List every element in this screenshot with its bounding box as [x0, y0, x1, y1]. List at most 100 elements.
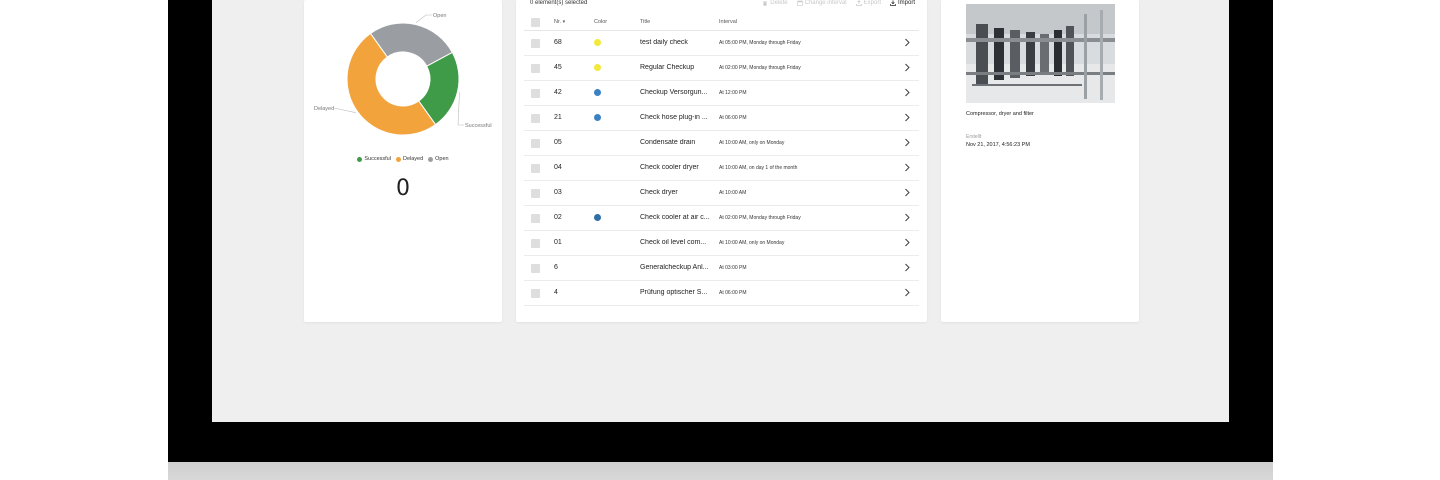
action-label: Export: [863, 0, 881, 6]
table-row[interactable]: 03 Check dryer At 10:00 AM: [524, 181, 919, 206]
row-interval: At 02:00 PM, Monday through Friday: [719, 215, 801, 221]
asset-detail-card: Compressor, dryer and filter Erstellt No…: [941, 0, 1139, 322]
row-color-dot: [594, 114, 601, 121]
row-nr: 03: [554, 189, 562, 196]
row-checkbox[interactable]: [531, 114, 540, 123]
checklist-table-card: 0 element(s) selected Delete Change inter…: [516, 0, 927, 322]
chevron-right-icon[interactable]: [904, 138, 911, 147]
row-color-dot: [594, 89, 601, 96]
row-checkbox[interactable]: [531, 39, 540, 48]
table-body: 68 test daily check At 05:00 PM, Monday th…: [524, 31, 919, 306]
chart-legend: Successful Delayed Open: [304, 156, 502, 162]
row-title: Check dryer: [640, 189, 678, 196]
table-row[interactable]: 02 Check cooler at air c... At 02:00 PM, M…: [524, 206, 919, 231]
row-nr: 68: [554, 39, 562, 46]
column-header-title[interactable]: Title: [640, 19, 650, 25]
chevron-right-icon[interactable]: [904, 263, 911, 272]
row-checkbox[interactable]: [531, 64, 540, 73]
row-title: Check cooler dryer: [640, 164, 699, 171]
row-checkbox[interactable]: [531, 89, 540, 98]
row-checkbox[interactable]: [531, 214, 540, 223]
row-checkbox[interactable]: [531, 289, 540, 298]
chevron-right-icon[interactable]: [904, 113, 911, 122]
row-checkbox[interactable]: [531, 164, 540, 173]
row-interval: At 10:00 AM, only on Monday: [719, 240, 785, 246]
row-title: test daily check: [640, 39, 688, 46]
chevron-right-icon[interactable]: [904, 213, 911, 222]
legend-item-open[interactable]: Open: [428, 156, 449, 162]
column-header-nr[interactable]: Nr. ▾: [554, 19, 565, 25]
row-nr: 4: [554, 289, 558, 296]
row-title: Checkup Versorgun...: [640, 89, 708, 96]
legend-item-delayed[interactable]: Delayed: [395, 156, 423, 162]
row-checkbox[interactable]: [531, 239, 540, 248]
row-title: Check hose plug-in ...: [640, 114, 708, 121]
row-title: Prüfung optischer S...: [640, 289, 708, 296]
row-checkbox[interactable]: [531, 264, 540, 273]
export-button[interactable]: Export: [855, 0, 881, 6]
legend-label: Successful: [364, 156, 391, 162]
created-value: Nov 21, 2017, 4:56:23 PM: [966, 142, 1030, 148]
table-row[interactable]: 45 Regular Checkup At 02:00 PM, Monday thr…: [524, 56, 919, 81]
column-header-color[interactable]: Color: [594, 19, 607, 25]
row-nr: 05: [554, 139, 562, 146]
row-nr: 42: [554, 89, 562, 96]
import-button[interactable]: Import: [890, 0, 915, 6]
toolbar-actions: Delete Change interval Export Import: [762, 0, 915, 6]
monitor-stand-base: [168, 462, 1273, 480]
action-label: Delete: [770, 0, 788, 6]
table-header: Nr. ▾ Color Title Interval: [524, 14, 919, 31]
legend-dot: [428, 156, 434, 162]
action-label: Change interval: [804, 0, 847, 6]
row-interval: At 02:00 PM, Monday through Friday: [719, 65, 801, 71]
table-row[interactable]: 6 Generalcheckup Anl... At 03:00 PM: [524, 256, 919, 281]
chevron-right-icon[interactable]: [904, 163, 911, 172]
asset-photo: [966, 4, 1115, 103]
slice-label-line: [415, 14, 432, 23]
chevron-right-icon[interactable]: [904, 38, 911, 47]
selection-count-label: 0 element(s) selected: [530, 0, 588, 6]
row-interval: At 05:00 PM, Monday through Friday: [719, 40, 801, 46]
row-nr: 04: [554, 164, 562, 171]
selected-count: 0: [396, 176, 410, 201]
row-nr: 01: [554, 239, 562, 246]
row-checkbox[interactable]: [531, 139, 540, 148]
table-row[interactable]: 21 Check hose plug-in ... At 06:00 PM: [524, 106, 919, 131]
chevron-right-icon[interactable]: [904, 88, 911, 97]
row-title: Check cooler at air c...: [640, 214, 710, 221]
created-label: Erstellt: [966, 134, 982, 140]
row-color-dot: [594, 64, 601, 71]
row-interval: At 06:00 PM: [719, 115, 747, 121]
legend-label: Open: [435, 156, 449, 162]
chevron-right-icon[interactable]: [904, 238, 911, 247]
table-toolbar: 0 element(s) selected Delete Change inter…: [530, 0, 915, 9]
import-icon: [890, 0, 896, 6]
column-header-interval[interactable]: Interval: [719, 19, 737, 25]
row-title: Check oil level com...: [640, 239, 707, 246]
row-title: Regular Checkup: [640, 64, 695, 71]
row-color-dot: [594, 214, 601, 221]
slice-label-line: [457, 92, 464, 126]
legend-dot: [395, 156, 401, 162]
table-row[interactable]: 42 Checkup Versorgun... At 12:00 PM: [524, 81, 919, 106]
table-row[interactable]: 04 Check cooler dryer At 10:00 AM, on day …: [524, 156, 919, 181]
change-interval-button[interactable]: Change interval: [796, 0, 847, 6]
table-row[interactable]: 05 Condensate drain At 10:00 AM, only on M…: [524, 131, 919, 156]
row-checkbox[interactable]: [531, 189, 540, 198]
delete-button[interactable]: Delete: [762, 0, 788, 6]
row-nr: 45: [554, 64, 562, 71]
row-interval: At 12:00 PM: [719, 90, 747, 96]
table-row[interactable]: 4 Prüfung optischer S... At 06:00 PM: [524, 281, 919, 306]
table-row[interactable]: 68 test daily check At 05:00 PM, Monday th…: [524, 31, 919, 56]
slice-label-line: [333, 107, 356, 113]
chevron-right-icon[interactable]: [904, 188, 911, 197]
chevron-right-icon[interactable]: [904, 63, 911, 72]
row-interval: At 10:00 AM, on day 1 of the month: [719, 165, 798, 171]
status-donut-chart: Open Successful Delayed: [314, 13, 492, 136]
select-all-checkbox[interactable]: [531, 18, 540, 27]
row-nr: 6: [554, 264, 558, 271]
table-row[interactable]: 01 Check oil level com... At 10:00 AM, onl…: [524, 231, 919, 256]
legend-item-successful[interactable]: Successful: [357, 156, 391, 162]
row-interval: At 06:00 PM: [719, 290, 747, 296]
chevron-right-icon[interactable]: [904, 288, 911, 297]
